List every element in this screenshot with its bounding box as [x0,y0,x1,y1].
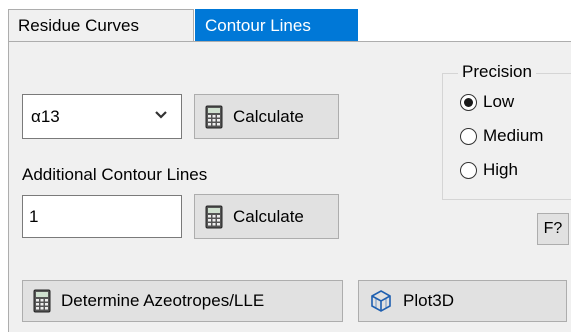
calculator-icon [33,289,51,313]
tab-residue-curves-label: Residue Curves [18,16,139,35]
tab-contour-lines[interactable]: Contour Lines [195,9,358,42]
calculate-additional-button[interactable]: Calculate [194,194,339,239]
cube-icon [369,289,393,313]
precision-medium-radio[interactable]: Medium [460,126,543,146]
precision-high-radio[interactable]: High [460,160,518,180]
help-button[interactable]: F? [537,213,569,245]
radio-unselected-icon [460,127,477,145]
precision-low-radio[interactable]: Low [460,92,514,112]
precision-high-label: High [483,160,518,179]
additional-contour-lines-input[interactable] [22,195,182,238]
calculator-icon [205,205,223,229]
contour-variable-select[interactable]: α13 [22,94,182,139]
calculate-button[interactable]: Calculate [194,94,339,139]
precision-title: Precision [458,62,536,82]
tab-contour-lines-label: Contour Lines [205,16,311,35]
radio-unselected-icon [460,161,477,179]
additional-contour-lines-label: Additional Contour Lines [22,165,208,184]
calculate-button-label: Calculate [233,106,304,126]
tab-residue-curves[interactable]: Residue Curves [8,9,194,42]
calculate-additional-button-label: Calculate [233,206,304,226]
plot3d-label: Plot3D [403,291,455,310]
help-button-label: F? [543,220,563,237]
precision-low-label: Low [483,92,515,111]
plot3d-button[interactable]: Plot3D [358,280,567,322]
chevron-down-icon [153,107,169,128]
contour-variable-value: α13 [31,106,60,126]
determine-azeotropes-label: Determine Azeotropes/LLE [61,291,265,310]
determine-azeotropes-button[interactable]: Determine Azeotropes/LLE [22,280,343,322]
precision-medium-label: Medium [483,126,544,145]
radio-selected-icon [460,93,477,111]
calculator-icon [205,105,223,129]
